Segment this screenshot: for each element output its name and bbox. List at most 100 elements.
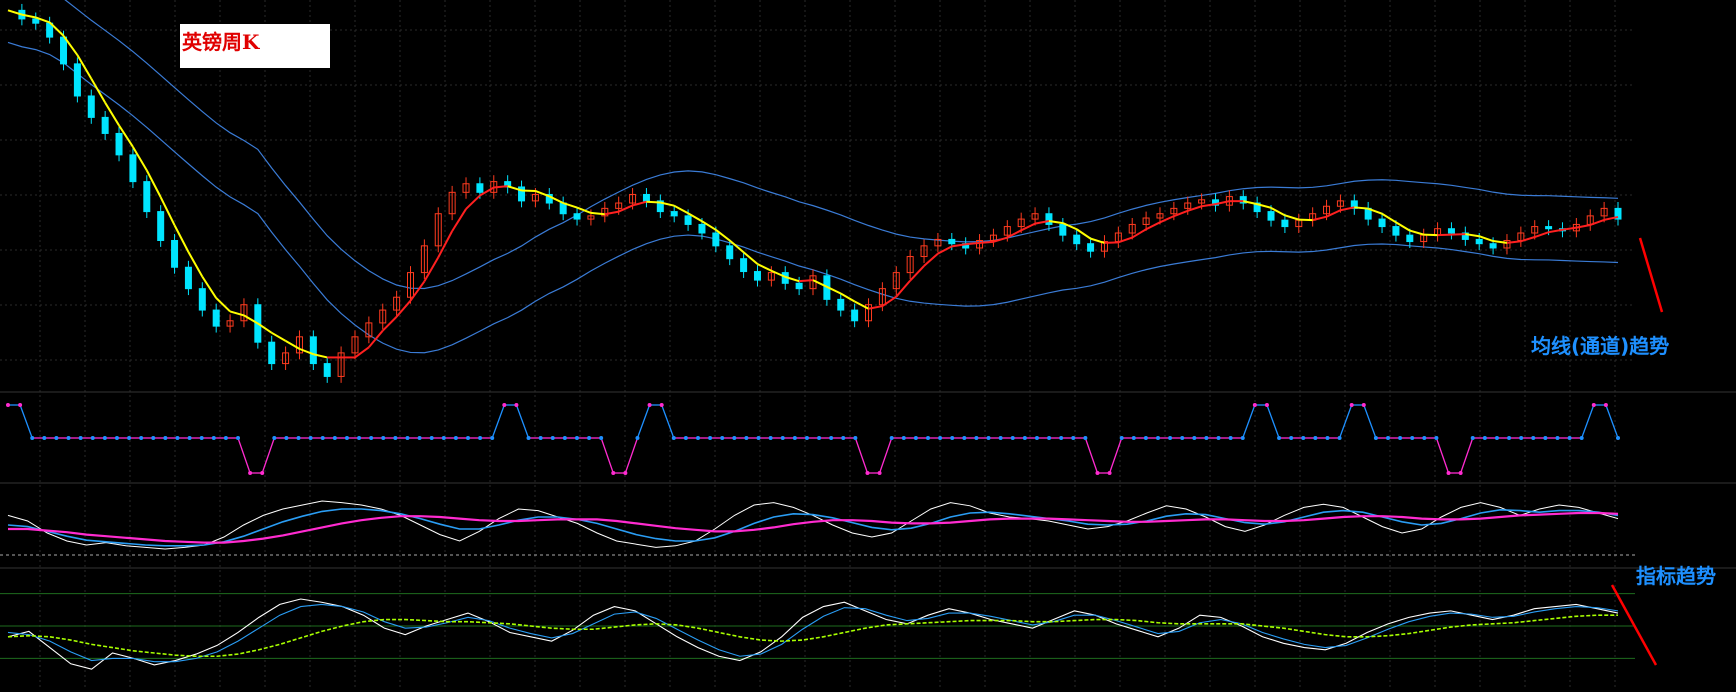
chart-stage: 英镑周K 均线(通道)趋势 指标趋势 <box>0 0 1736 688</box>
signal-point <box>889 436 894 440</box>
signal-segment <box>1460 437 1474 474</box>
signal-point <box>659 403 664 407</box>
signal-point <box>1107 471 1112 475</box>
moving-average-segment <box>868 305 883 310</box>
moving-average-segment <box>909 265 925 282</box>
moving-average-segment <box>1118 236 1133 244</box>
candle-body <box>1087 243 1095 252</box>
signal-point <box>829 436 834 440</box>
signal-point <box>635 436 640 440</box>
candle-body <box>712 232 720 247</box>
signal-point <box>6 403 10 407</box>
indicator-line <box>7 603 1619 663</box>
signal-point <box>1470 436 1475 440</box>
signal-point <box>1301 436 1306 440</box>
signal-segment <box>1084 437 1099 474</box>
signal-point <box>998 436 1003 440</box>
signal-segment <box>491 404 505 439</box>
signal-segment <box>1242 404 1256 439</box>
signal-point <box>877 471 882 475</box>
moving-average-segment <box>354 346 370 359</box>
signal-point <box>841 436 846 440</box>
signal-point <box>1252 403 1257 407</box>
signal-point <box>1337 436 1342 440</box>
moving-average-segment <box>937 245 953 255</box>
signal-point <box>974 436 979 440</box>
signal-point <box>90 436 95 440</box>
signal-point <box>248 471 253 475</box>
signal-point <box>1156 436 1160 440</box>
stochastic-line <box>7 500 1619 550</box>
signal-point <box>272 436 277 440</box>
signal-point <box>357 436 362 440</box>
moving-average-segment <box>1548 228 1563 234</box>
signal-point <box>1349 403 1354 407</box>
moving-average-segment <box>493 185 508 189</box>
signal-point <box>950 436 955 440</box>
signal-point <box>611 471 616 475</box>
signal-point <box>683 436 688 440</box>
signal-point <box>1410 436 1415 440</box>
signal-point <box>732 436 737 440</box>
signal-point <box>865 471 870 475</box>
moving-average-segment <box>535 190 550 198</box>
signal-point <box>296 436 301 440</box>
moving-average-segment <box>395 300 412 318</box>
moving-average-segment <box>229 310 245 317</box>
candle-body <box>1392 226 1400 236</box>
candle-body <box>268 341 276 365</box>
candle-body <box>1267 211 1275 221</box>
signal-point <box>1071 436 1076 440</box>
signal-point <box>550 436 555 440</box>
signal-point <box>1458 471 1463 475</box>
signal-point <box>1180 436 1185 440</box>
signal-point <box>429 436 434 440</box>
candle-body <box>1545 226 1553 230</box>
signal-point <box>127 436 132 440</box>
signal-point <box>114 436 119 440</box>
signal-point <box>308 436 313 440</box>
moving-average-segment <box>382 316 398 332</box>
signal-point <box>1034 436 1039 440</box>
signal-point <box>671 436 676 440</box>
signal-segment <box>854 437 869 474</box>
signal-point <box>938 436 943 440</box>
signal-point <box>151 436 156 440</box>
signal-point <box>102 436 107 440</box>
moving-average-segment <box>409 280 426 302</box>
candle-body <box>476 183 484 193</box>
candle-body <box>1406 234 1414 243</box>
moving-average-segment <box>423 256 440 282</box>
signal-point <box>913 436 918 440</box>
signal-point <box>926 436 930 440</box>
signal-point <box>284 436 289 440</box>
signal-segment <box>1363 404 1377 439</box>
signal-point <box>236 436 240 440</box>
candle-body <box>795 282 803 290</box>
signal-point <box>1277 436 1282 440</box>
signal-point <box>42 436 47 440</box>
signal-point <box>1616 436 1620 440</box>
stochastic-line <box>8 511 1619 544</box>
candle-body <box>573 213 581 220</box>
channel-lower-line <box>7 41 1619 354</box>
signal-segment <box>19 404 33 439</box>
candle-body <box>726 245 734 260</box>
moving-average-segment <box>965 241 980 246</box>
signal-point <box>66 436 71 440</box>
signal-segment <box>600 437 614 474</box>
signal-point <box>1168 436 1173 440</box>
indicator-line <box>7 614 1618 658</box>
signal-point <box>1555 436 1560 440</box>
candle-body <box>143 181 151 213</box>
signal-point <box>393 436 398 440</box>
indicator-trend-line <box>1610 584 1658 666</box>
moving-average-segment <box>1562 226 1577 231</box>
moving-average-segment <box>757 263 772 272</box>
moving-average-segment <box>451 208 467 232</box>
candle-body <box>1489 243 1497 249</box>
moving-average-segment <box>368 330 384 348</box>
candle-body <box>1045 213 1053 225</box>
signal-point <box>962 436 967 440</box>
moving-average-segment <box>1492 240 1508 244</box>
